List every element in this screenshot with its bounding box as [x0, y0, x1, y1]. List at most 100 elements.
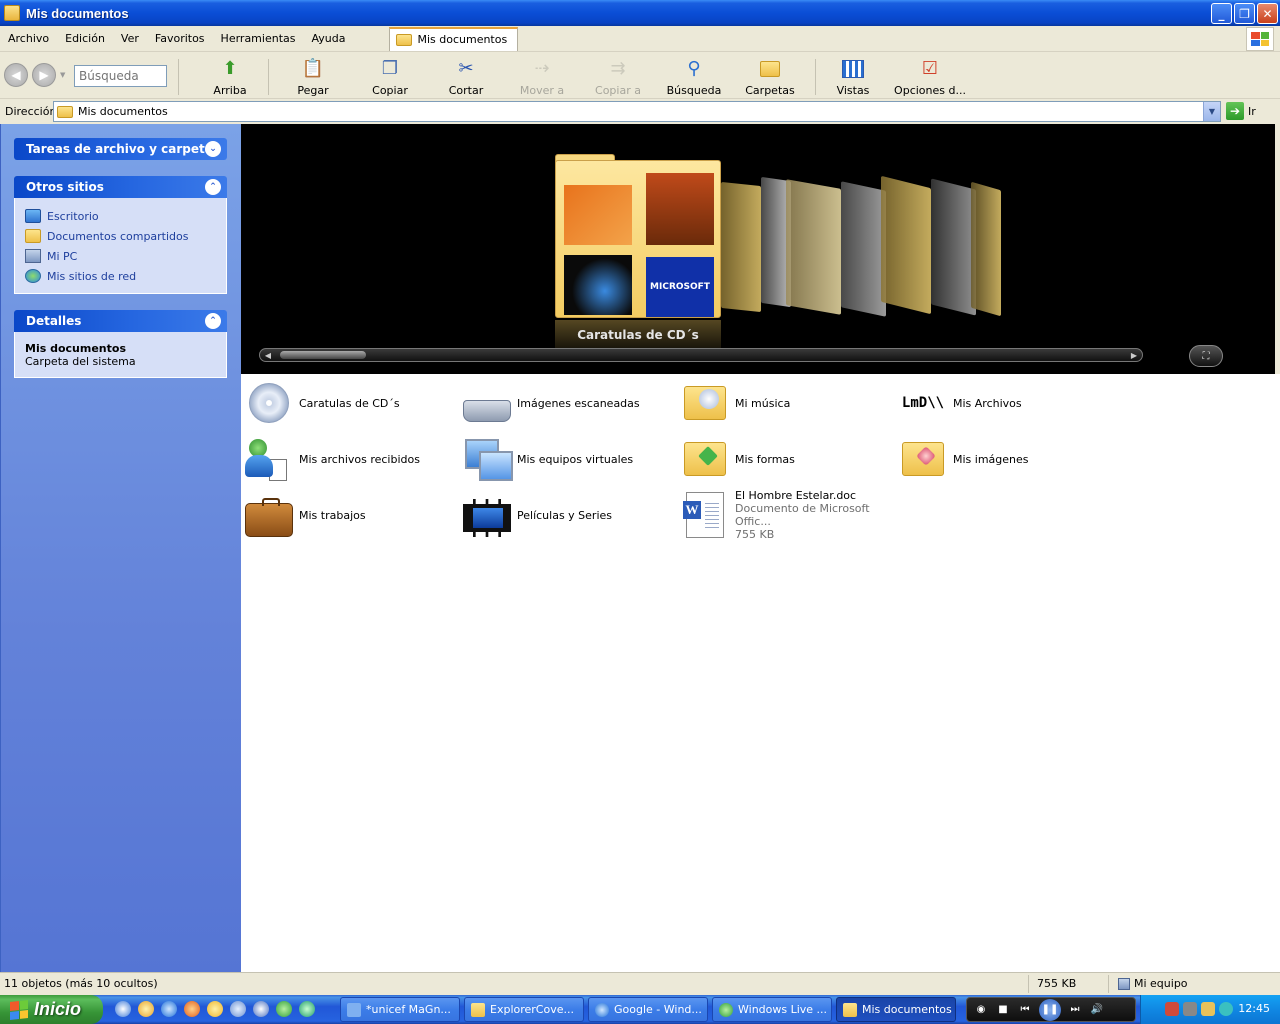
- address-dropdown-button[interactable]: ▼: [1203, 102, 1220, 121]
- file-item[interactable]: Mis archivos recibidos: [245, 434, 459, 484]
- options-icon: ☑: [921, 58, 939, 79]
- folders-button[interactable]: Carpetas: [735, 55, 805, 97]
- scroll-left-icon[interactable]: ◀: [262, 350, 274, 360]
- windows-flag-icon: [10, 999, 28, 1020]
- ie-icon[interactable]: [161, 1001, 177, 1017]
- cover-flow-scroll-thumb[interactable]: [280, 351, 366, 359]
- cover-main-folder[interactable]: MICROSOFT: [555, 160, 721, 318]
- stop-icon[interactable]: ■: [995, 1002, 1011, 1018]
- cut-button[interactable]: ✂ Cortar: [431, 55, 501, 97]
- menu-favoritos[interactable]: Favoritos: [147, 32, 213, 45]
- menu-herramientas[interactable]: Herramientas: [213, 32, 304, 45]
- tray-icon[interactable]: [1165, 1002, 1179, 1016]
- file-tasks-header[interactable]: Tareas de archivo y carpeta ⌄: [14, 138, 227, 160]
- cover-flow-scrollbar[interactable]: ◀ ▶: [259, 348, 1143, 362]
- title-bar[interactable]: Mis documentos _ ❐ ✕: [0, 0, 1280, 26]
- details-header[interactable]: Detalles ⌃: [14, 310, 227, 332]
- link-escritorio[interactable]: Escritorio: [25, 206, 216, 226]
- pictures-folder-icon: [902, 442, 944, 476]
- word-document-icon: [683, 492, 724, 538]
- address-field[interactable]: Mis documentos ▼: [53, 101, 1221, 122]
- history-dropdown-icon[interactable]: ▼: [60, 71, 65, 79]
- link-mi-pc[interactable]: Mi PC: [25, 246, 216, 266]
- folder-icon: [843, 1002, 857, 1017]
- options-button[interactable]: ☑ Opciones d...: [894, 55, 966, 97]
- pause-icon[interactable]: ❚❚: [1039, 998, 1061, 1021]
- forward-button[interactable]: ▶: [32, 63, 56, 87]
- firefox-icon[interactable]: [184, 1001, 200, 1017]
- start-button[interactable]: Inicio: [0, 995, 103, 1024]
- file-item[interactable]: Caratulas de CD´s: [245, 378, 459, 428]
- file-item[interactable]: Mis trabajos: [245, 490, 459, 540]
- clock[interactable]: 12:45: [1238, 1002, 1270, 1015]
- tray-icon[interactable]: [1183, 1002, 1197, 1016]
- forms-folder-icon: [684, 442, 726, 476]
- media-player-toolbar: ◉ ■ ⏮ ❚❚ ⏭ 🔊: [966, 997, 1136, 1022]
- back-button[interactable]: ◀: [4, 63, 28, 87]
- file-item[interactable]: Mis formas: [681, 434, 895, 484]
- cover-side[interactable]: [881, 175, 931, 315]
- tray-icon[interactable]: [1201, 1002, 1215, 1016]
- move-to-icon: ⇢: [534, 58, 550, 79]
- file-item[interactable]: Imágenes escaneadas: [463, 378, 677, 428]
- quicklaunch-icon[interactable]: [230, 1001, 246, 1017]
- media-player-icon[interactable]: [253, 1001, 269, 1017]
- close-button[interactable]: ✕: [1257, 3, 1278, 24]
- task-button[interactable]: Google - Wind...: [588, 997, 708, 1022]
- minimize-button[interactable]: _: [1211, 3, 1232, 24]
- previous-icon[interactable]: ⏮: [1017, 1002, 1033, 1018]
- copy-button[interactable]: ❐ Copiar: [355, 55, 425, 97]
- search-button[interactable]: ⚲ Búsqueda: [659, 55, 729, 97]
- other-places-header[interactable]: Otros sitios ⌃: [14, 176, 227, 198]
- task-button[interactable]: Mis documentos: [836, 997, 956, 1022]
- task-button[interactable]: Windows Live ...: [712, 997, 832, 1022]
- virtual-pc-icon: [463, 435, 513, 483]
- file-item[interactable]: Mis imágenes: [899, 434, 1113, 484]
- quicklaunch-icon[interactable]: [207, 1001, 223, 1017]
- file-item[interactable]: Películas y Series: [463, 490, 677, 540]
- task-button[interactable]: ExplorerCove...: [464, 997, 584, 1022]
- search-input[interactable]: [74, 65, 167, 87]
- cover-side[interactable]: [841, 181, 886, 317]
- film-icon: [463, 499, 511, 537]
- next-icon[interactable]: ⏭: [1067, 1002, 1083, 1018]
- fullscreen-button[interactable]: ⛶: [1189, 345, 1223, 367]
- cover-side[interactable]: [931, 178, 976, 316]
- menu-edicion[interactable]: Edición: [57, 32, 113, 45]
- link-mis-sitios-de-red[interactable]: Mis sitios de red: [25, 266, 216, 286]
- maximize-button[interactable]: ❐: [1234, 3, 1255, 24]
- cover-thumb: [564, 185, 632, 245]
- folder-icon: [471, 1002, 485, 1017]
- up-button[interactable]: ⬆ Arriba: [195, 55, 265, 97]
- menu-ver[interactable]: Ver: [113, 32, 147, 45]
- menu-archivo[interactable]: Archivo: [0, 32, 57, 45]
- scroll-right-icon[interactable]: ▶: [1128, 350, 1140, 360]
- quicklaunch-icon[interactable]: [299, 1001, 315, 1017]
- quicklaunch-icon[interactable]: [138, 1001, 154, 1017]
- go-button[interactable]: ➔ Ir: [1226, 102, 1256, 120]
- link-documentos-compartidos[interactable]: Documentos compartidos: [25, 226, 216, 246]
- messenger-icon[interactable]: [276, 1001, 292, 1017]
- wmp-icon[interactable]: ◉: [973, 1002, 989, 1018]
- cover-side[interactable]: [721, 181, 761, 313]
- file-item[interactable]: El Hombre Estelar.doc Documento de Micro…: [681, 489, 895, 541]
- move-to-button[interactable]: ⇢ Mover a: [507, 55, 577, 97]
- copy-to-button[interactable]: ⇉ Copiar a: [583, 55, 653, 97]
- tab-mis-documentos[interactable]: Mis documentos: [389, 26, 519, 51]
- file-item[interactable]: Mi música: [681, 378, 895, 428]
- collapse-icon[interactable]: ⌃: [205, 179, 221, 195]
- file-item[interactable]: Mis equipos virtuales: [463, 434, 677, 484]
- cover-flow-view[interactable]: MICROSOFT Caratulas de CD´s ◀ ▶ ⛶: [241, 124, 1275, 374]
- file-item[interactable]: LmD\\ Mis Archivos: [899, 378, 1113, 428]
- cover-side[interactable]: [786, 179, 841, 315]
- expand-icon[interactable]: ⌄: [205, 141, 221, 157]
- collapse-icon[interactable]: ⌃: [205, 313, 221, 329]
- paste-button[interactable]: 📋 Pegar: [278, 55, 348, 97]
- quicklaunch-icon[interactable]: [115, 1001, 131, 1017]
- tray-icon[interactable]: [1219, 1002, 1233, 1016]
- cover-side[interactable]: [971, 181, 1001, 317]
- volume-icon[interactable]: 🔊: [1089, 1002, 1105, 1018]
- task-button[interactable]: *unicef MaGn...: [340, 997, 460, 1022]
- menu-ayuda[interactable]: Ayuda: [303, 32, 353, 45]
- views-button[interactable]: Vistas: [818, 55, 888, 97]
